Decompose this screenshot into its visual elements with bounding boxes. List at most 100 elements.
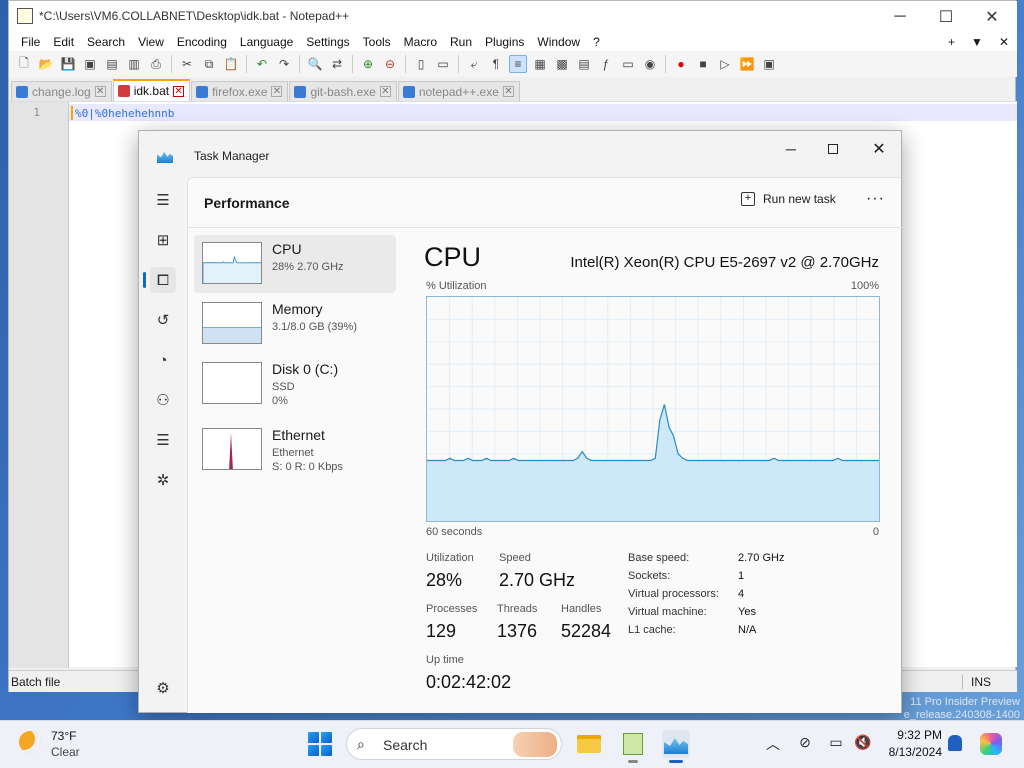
sync-horizontal-icon[interactable]: ▭	[434, 55, 452, 73]
performance-nav-icon[interactable]: ⧠	[150, 267, 176, 293]
print-icon[interactable]: ⎙	[147, 55, 165, 73]
menu-item-edit[interactable]: Edit	[47, 35, 81, 49]
notification-bell-icon[interactable]	[948, 735, 962, 751]
startup-apps-nav-icon[interactable]: ◔	[150, 347, 176, 373]
copilot-icon[interactable]	[980, 733, 1002, 755]
menu-item-run[interactable]: Run	[444, 35, 479, 49]
save-macro-icon[interactable]: ▣	[760, 55, 778, 73]
users-nav-icon[interactable]: ⚇	[150, 387, 176, 413]
app-history-nav-icon[interactable]: ↺	[150, 307, 176, 333]
device-item-memory[interactable]: Memory 3.1/8.0 GB (39%)	[194, 295, 396, 353]
chevron-up-icon[interactable]: ︿	[763, 734, 783, 754]
device-item-cpu[interactable]: CPU 28% 2.70 GHz	[194, 235, 396, 293]
weather-moon-icon[interactable]	[19, 731, 41, 753]
notepadpp-app[interactable]	[619, 730, 647, 763]
new-tab-button[interactable]: +	[948, 35, 955, 49]
save-icon[interactable]: 💾	[59, 55, 77, 73]
close-tab-button[interactable]: ✕	[999, 35, 1009, 49]
minimize-button[interactable]: ─	[773, 135, 809, 163]
file-tab[interactable]: git-bash.exe ✕	[289, 81, 397, 101]
show-all-chars-icon[interactable]: ¶	[487, 55, 505, 73]
menu-item-window[interactable]: Window	[531, 35, 587, 49]
redo-icon[interactable]: ↷	[275, 55, 293, 73]
folder-workspace-icon[interactable]: ▭	[619, 55, 637, 73]
zoom-in-icon[interactable]: ⊕	[359, 55, 377, 73]
open-file-icon[interactable]: 📂	[37, 55, 55, 73]
clock-date[interactable]: 8/13/2024	[880, 745, 942, 759]
menu-item-encoding[interactable]: Encoding	[171, 35, 234, 49]
device-item-disk[interactable]: Disk 0 (C:) SSD 0%	[194, 355, 396, 413]
close-button[interactable]: ✕	[861, 135, 897, 163]
weather-temperature[interactable]: 73°F	[51, 729, 76, 743]
display-icon[interactable]: ▭	[826, 734, 846, 751]
details-nav-icon[interactable]: ☰	[150, 427, 176, 453]
menu-item-language[interactable]: Language	[234, 35, 300, 49]
close-tab-icon[interactable]: ✕	[379, 86, 391, 97]
find-icon[interactable]: 🔍	[306, 55, 324, 73]
taskbar-search-box[interactable]: ⌕ Search	[346, 728, 562, 760]
monitoring-icon[interactable]: ◉	[641, 55, 659, 73]
processes-nav-icon[interactable]: ⊞	[150, 227, 176, 253]
sync-vertical-icon[interactable]: ▯	[412, 55, 430, 73]
doc-list-icon[interactable]: ▤	[575, 55, 593, 73]
close-tab-icon[interactable]: ✕	[94, 86, 106, 97]
stop-macro-icon[interactable]: ■	[694, 55, 712, 73]
cut-icon[interactable]: ✂	[178, 55, 196, 73]
run-macro-multiple-icon[interactable]: ⏩	[738, 55, 756, 73]
task-manager-title-bar[interactable]: Task Manager ─ ✕	[139, 131, 901, 177]
menu-item-search[interactable]: Search	[81, 35, 132, 49]
sound-muted-icon[interactable]: 🔇	[853, 734, 873, 751]
tab-list-button[interactable]: ▼	[971, 35, 983, 49]
device-item-ethernet[interactable]: Ethernet Ethernet S: 0 R: 0 Kbps	[194, 421, 396, 479]
maximize-button[interactable]	[815, 135, 851, 163]
menu-item-settings[interactable]: Settings	[300, 35, 356, 49]
services-nav-icon[interactable]: ✲	[150, 467, 176, 493]
file-explorer-app[interactable]	[575, 730, 603, 758]
play-macro-icon[interactable]: ▷	[716, 55, 734, 73]
menu-item-plugins[interactable]: Plugins	[479, 35, 531, 49]
close-tab-icon[interactable]: ✕	[173, 85, 185, 97]
doc-map-icon[interactable]: ▩	[553, 55, 571, 73]
hamburger-menu-icon[interactable]: ☰	[150, 187, 176, 213]
run-new-task-button[interactable]: + Run new task	[741, 192, 836, 206]
save-all-icon[interactable]: ▣	[81, 55, 99, 73]
weather-condition[interactable]: Clear	[51, 745, 80, 759]
file-tab[interactable]: idk.bat ✕	[112, 79, 191, 101]
menu-item-file[interactable]: File	[15, 35, 47, 49]
undo-icon[interactable]: ↶	[253, 55, 271, 73]
settings-gear-icon[interactable]: ⚙	[150, 675, 176, 701]
new-file-icon[interactable]: 🗋	[15, 55, 33, 73]
menu-item-tools[interactable]: Tools	[357, 35, 398, 49]
notepad-title-bar[interactable]: *C:\Users\VM6.COLLABNET\Desktop\idk.bat …	[9, 1, 1017, 32]
close-button[interactable]: ✕	[969, 1, 1015, 32]
file-tab[interactable]: firefox.exe ✕	[191, 81, 289, 101]
minimize-button[interactable]: ─	[877, 1, 923, 32]
insert-mode-status[interactable]: INS	[961, 675, 991, 689]
start-button[interactable]	[308, 732, 332, 756]
menu-item-help[interactable]: ?	[587, 35, 607, 49]
paste-icon[interactable]: 📋	[222, 55, 240, 73]
udl-icon[interactable]: ▦	[531, 55, 549, 73]
task-manager-app[interactable]	[662, 730, 690, 763]
copy-icon[interactable]: ⧉	[200, 55, 218, 73]
more-options-icon[interactable]: ···	[866, 190, 885, 208]
network-disconnected-icon[interactable]: ⊘	[795, 734, 815, 751]
close-tab-icon[interactable]: ✕	[271, 86, 283, 97]
clock-time[interactable]: 9:32 PM	[896, 728, 942, 742]
close-tab-icon[interactable]: ✕	[502, 86, 514, 97]
word-wrap-icon[interactable]: ⤶	[465, 55, 483, 73]
close-all-icon[interactable]: ▥	[125, 55, 143, 73]
function-list-icon[interactable]: ƒ	[597, 55, 615, 73]
menu-item-view[interactable]: View	[132, 35, 171, 49]
indent-guide-icon[interactable]: ≡	[509, 55, 527, 73]
zoom-out-icon[interactable]: ⊖	[381, 55, 399, 73]
replace-icon[interactable]: ⇄	[328, 55, 346, 73]
close-file-icon[interactable]: ▤	[103, 55, 121, 73]
code-line[interactable]: %0|%0hehehehnnb	[75, 107, 174, 120]
maximize-button[interactable]: ☐	[923, 1, 969, 32]
start-logo-tile	[321, 732, 332, 743]
menu-item-macro[interactable]: Macro	[398, 35, 444, 49]
file-tab[interactable]: change.log ✕	[11, 81, 112, 101]
record-macro-icon[interactable]: ●	[672, 55, 690, 73]
file-tab[interactable]: notepad++.exe ✕	[397, 81, 520, 101]
